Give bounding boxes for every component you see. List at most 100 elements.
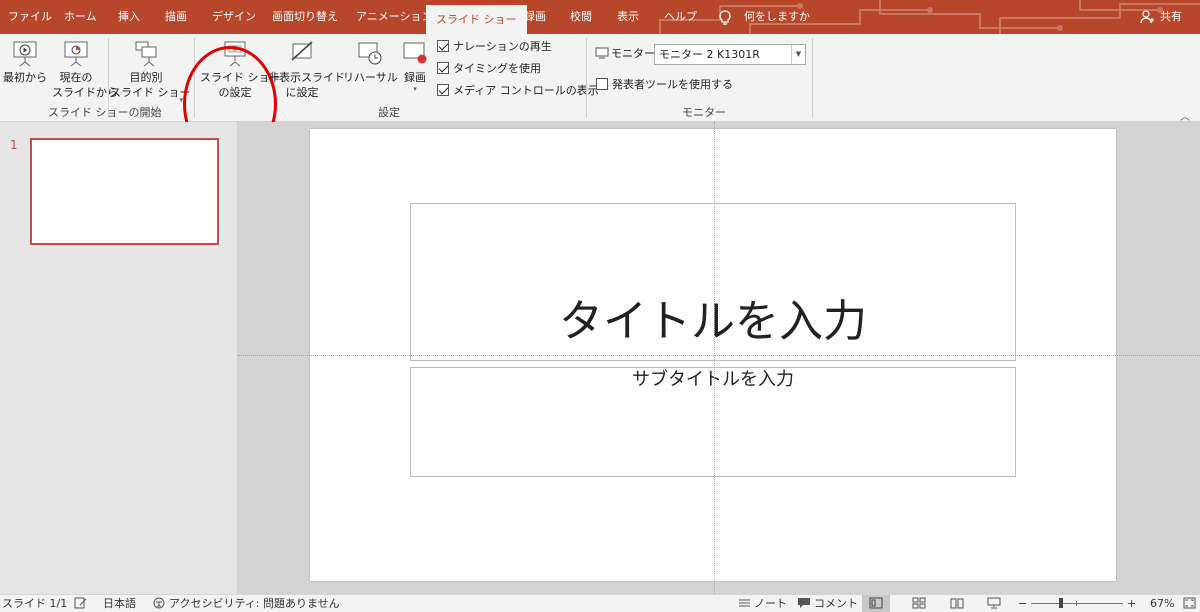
- ribbon-tab-bar: ファイル ホーム 挿入 描画 デザイン 画面切り替え アニメーション スライド …: [0, 0, 1200, 34]
- slide-thumbnail[interactable]: [30, 138, 219, 245]
- monitor-label: モニター:: [611, 47, 659, 60]
- setup-slideshow-button[interactable]: スライド ショー の設定: [200, 40, 281, 100]
- custom-slideshow-button[interactable]: 目的別 スライド ショー ▾: [110, 40, 191, 104]
- comments-label: コメント: [814, 597, 858, 610]
- subtitle-placeholder-text: サブタイトルを入力: [632, 369, 794, 390]
- tab-home[interactable]: ホーム: [64, 0, 97, 34]
- rehearse-label: リハーサル: [343, 71, 398, 84]
- monitor-select[interactable]: モニター 2 K1301R ▼: [654, 44, 806, 65]
- share-label: 共有: [1160, 10, 1182, 23]
- checkbox-checked-icon: [437, 62, 449, 74]
- record-button[interactable]: 録画 ▾: [398, 40, 432, 93]
- slide-number: 1: [10, 138, 18, 152]
- from-current-label-2: スライドから: [52, 86, 118, 99]
- accessibility-label: アクセシビリティ: 問題ありません: [169, 597, 340, 610]
- monitor-label-container: モニター:: [595, 45, 659, 63]
- notes-icon: [739, 599, 750, 607]
- tab-transitions[interactable]: 画面切り替え: [272, 0, 338, 34]
- slide-thumbnail-pane: 1: [0, 122, 238, 594]
- collapse-ribbon-icon[interactable]: ︿: [1180, 108, 1190, 123]
- slide-sorter-icon: [912, 597, 926, 609]
- notes-label: ノート: [754, 597, 787, 610]
- tab-slideshow[interactable]: スライド ショー: [426, 5, 527, 34]
- tab-insert[interactable]: 挿入: [118, 0, 140, 34]
- comment-icon: [798, 598, 810, 608]
- group-label-start-slideshow: スライド ショーの開始: [48, 106, 162, 119]
- hide-slide-label-2: に設定: [285, 86, 319, 99]
- zoom-slider[interactable]: [1031, 598, 1123, 608]
- show-media-controls-label: メディア コントロールの表示: [453, 84, 599, 97]
- chevron-down-icon: ▾: [179, 96, 183, 104]
- tab-recording[interactable]: 録画: [524, 0, 546, 34]
- accessibility-icon: [153, 597, 165, 609]
- projector-current-slide-icon: [64, 41, 88, 67]
- record-icon: [403, 42, 427, 64]
- zoom-out-button[interactable]: −: [1018, 597, 1027, 611]
- zoom-slider-thumb[interactable]: [1059, 598, 1063, 608]
- tab-file[interactable]: ファイル: [8, 0, 52, 34]
- use-timings-checkbox[interactable]: タイミングを使用: [437, 60, 541, 78]
- rehearse-timings-button[interactable]: リハーサル: [343, 40, 398, 85]
- zoom-in-button[interactable]: +: [1127, 597, 1136, 611]
- zoom-slider-center-tick: [1076, 601, 1077, 606]
- share-button[interactable]: 共有: [1140, 0, 1182, 34]
- normal-view-button[interactable]: [862, 595, 890, 612]
- checkbox-checked-icon: [437, 84, 449, 96]
- hide-slide-label-1: 非表示スライド: [268, 71, 345, 84]
- horizontal-guide[interactable]: [238, 355, 1200, 356]
- reading-view-icon: [950, 598, 964, 609]
- rehearse-timer-icon: [358, 42, 382, 65]
- normal-view-icon: [869, 597, 883, 609]
- custom-slideshow-label-1: 目的別: [129, 71, 163, 84]
- slide-count: スライド 1/1: [2, 597, 68, 610]
- setup-slideshow-label-2: の設定: [218, 86, 252, 99]
- chevron-down-icon: ▾: [413, 85, 417, 93]
- hide-slide-button[interactable]: 非表示スライド に設定: [268, 40, 345, 100]
- group-divider: [812, 38, 813, 118]
- custom-slideshow-label-2: スライド ショー: [110, 86, 191, 99]
- comments-button[interactable]: コメント: [797, 597, 858, 611]
- use-presenter-view-checkbox[interactable]: 発表者ツールを使用する: [596, 76, 733, 94]
- tell-me-label: 何をしますか: [744, 10, 810, 23]
- slide-sorter-view-button[interactable]: [912, 597, 929, 611]
- subtitle-placeholder[interactable]: サブタイトルを入力: [410, 367, 1016, 477]
- group-divider: [586, 38, 587, 118]
- accessibility-status[interactable]: アクセシビリティ: 問題ありません: [153, 597, 340, 611]
- title-placeholder-text: タイトルを入力: [559, 296, 867, 347]
- checkbox-checked-icon: [437, 40, 449, 52]
- slideshow-view-icon: [987, 597, 1001, 609]
- zoom-level[interactable]: 67%: [1150, 597, 1174, 611]
- monitor-select-value: モニター 2 K1301R: [659, 48, 760, 61]
- chevron-down-icon: ▼: [791, 45, 805, 64]
- from-beginning-label: 最初から: [3, 71, 47, 84]
- setup-slideshow-label-1: スライド ショー: [200, 71, 281, 84]
- language-indicator[interactable]: 日本語: [103, 597, 136, 611]
- hide-slide-icon: [291, 41, 313, 61]
- tell-me-search[interactable]: 何をしますか: [718, 0, 810, 34]
- custom-slideshow-icon: [135, 41, 157, 67]
- slide-editor: タイトルを入力 サブタイトルを入力: [238, 122, 1200, 594]
- tab-help[interactable]: ヘルプ: [664, 0, 697, 34]
- notes-button[interactable]: ノート: [738, 597, 787, 611]
- spelling-check-icon[interactable]: [74, 597, 90, 611]
- monitor-icon: [595, 47, 609, 59]
- use-timings-label: タイミングを使用: [453, 62, 541, 75]
- fit-to-window-icon[interactable]: [1183, 597, 1199, 611]
- tab-view[interactable]: 表示: [617, 0, 639, 34]
- tab-animations[interactable]: アニメーション: [356, 0, 433, 34]
- vertical-guide[interactable]: [714, 122, 715, 594]
- show-media-controls-checkbox[interactable]: メディア コントロールの表示: [437, 82, 599, 100]
- group-label-monitors: モニター: [682, 106, 726, 119]
- use-presenter-view-label: 発表者ツールを使用する: [612, 78, 733, 91]
- tab-design[interactable]: デザイン: [212, 0, 256, 34]
- play-narrations-checkbox[interactable]: ナレーションの再生: [437, 38, 552, 56]
- title-placeholder[interactable]: タイトルを入力: [410, 203, 1016, 361]
- lightbulb-icon: [719, 10, 731, 25]
- tab-draw[interactable]: 描画: [165, 0, 187, 34]
- from-beginning-button[interactable]: 最初から: [2, 40, 48, 85]
- status-bar: スライド 1/1 日本語 アクセシビリティ: 問題ありません ノート コメント …: [0, 594, 1200, 612]
- reading-view-button[interactable]: [950, 597, 967, 611]
- slideshow-view-button[interactable]: [987, 597, 1004, 611]
- tab-review[interactable]: 校閲: [570, 0, 592, 34]
- from-current-slide-button[interactable]: 現在の スライドから: [52, 40, 118, 100]
